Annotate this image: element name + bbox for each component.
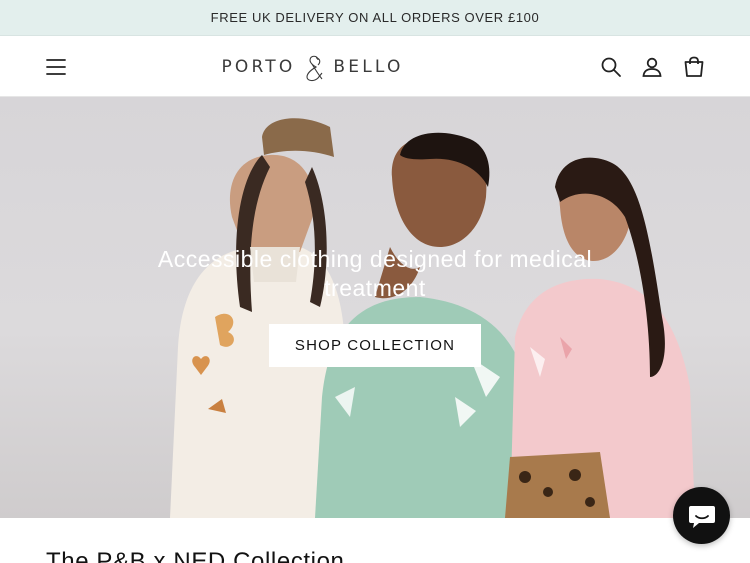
menu-icon[interactable] bbox=[44, 55, 68, 79]
shop-collection-label: SHOP COLLECTION bbox=[294, 337, 456, 354]
ampersand-icon bbox=[306, 55, 323, 82]
collection-title: The P&B x NED Collection bbox=[46, 548, 345, 563]
chat-icon bbox=[688, 505, 715, 528]
cart-icon[interactable] bbox=[682, 55, 706, 79]
announcement-bar: FREE UK DELIVERY ON ALL ORDERS OVER £100 bbox=[0, 0, 750, 36]
hero-title: Accessible clothing designed for medical… bbox=[157, 246, 593, 301]
logo[interactable]: PORTO BELLO bbox=[215, 48, 410, 86]
shop-collection-button[interactable]: SHOP COLLECTION bbox=[269, 324, 481, 367]
search-icon[interactable] bbox=[599, 55, 623, 79]
hero-image bbox=[170, 118, 695, 518]
chat-button[interactable] bbox=[673, 487, 730, 544]
site-header: PORTO BELLO bbox=[0, 36, 750, 97]
account-icon[interactable] bbox=[640, 55, 664, 79]
logo-text-right: BELLO bbox=[333, 57, 404, 77]
hero-banner: Accessible clothing designed for medical… bbox=[0, 97, 750, 518]
announcement-text: FREE UK DELIVERY ON ALL ORDERS OVER £100 bbox=[210, 10, 540, 25]
logo-text-left: PORTO bbox=[221, 57, 296, 77]
